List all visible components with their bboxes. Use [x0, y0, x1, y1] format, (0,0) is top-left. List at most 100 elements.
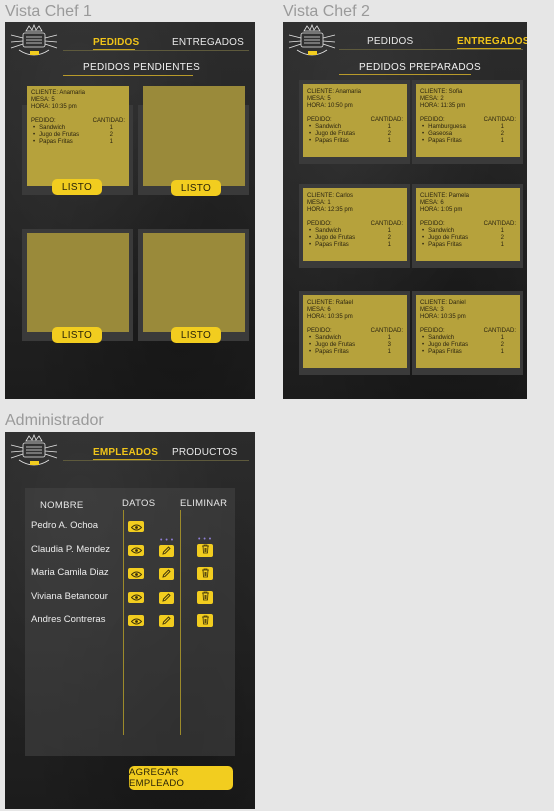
order-time: HORA: 10:50 pm — [307, 103, 353, 110]
list-item: Sandwich1 — [307, 335, 403, 342]
order-time: HORA: 11:35 pm — [420, 103, 466, 110]
list-item: Papas Fritas1 — [307, 242, 403, 249]
order-details: CLIENTE: Rafael MESA: 6 HORA: 10:35 pm P… — [307, 300, 403, 356]
list-item: Sandwich1 — [420, 228, 516, 235]
view-button[interactable] — [128, 615, 144, 626]
delete-button[interactable] — [197, 588, 213, 606]
list-item: Papas Fritas1 — [307, 138, 403, 145]
order-client: CLIENTE: Anamaria — [31, 90, 86, 96]
edit-button[interactable] — [159, 542, 174, 560]
order-time: HORA: 10:35 pm — [307, 314, 353, 321]
quantity-label: CANTIDAD: — [483, 220, 516, 227]
order-label: PEDIDO: — [420, 327, 445, 334]
order-time: HORA: 10:35 pm — [31, 104, 77, 111]
tab-productos[interactable]: PRODUCTOS — [172, 447, 238, 458]
eye-icon — [130, 518, 142, 536]
list-item: Jugo de Frutas2 — [31, 132, 125, 139]
ready-button[interactable]: LISTO — [171, 327, 221, 343]
section-title: PEDIDOS PREPARADOS — [359, 62, 481, 73]
chef-logo-icon — [9, 433, 59, 476]
admin-screen: EMPLEADOS PRODUCTOS NOMBRE DATOS ELIMINA… — [5, 432, 255, 809]
order-card[interactable] — [143, 86, 245, 186]
list-item: Jugo de Frutas2 — [307, 131, 403, 138]
order-card[interactable] — [143, 233, 245, 332]
list-item: Jugo de Frutas2 — [420, 342, 516, 349]
trash-icon — [201, 541, 210, 559]
delete-button[interactable] — [197, 567, 213, 580]
chef1-screen: PEDIDOS ENTREGADOS PEDIDOS PENDIENTES CL… — [5, 22, 255, 399]
list-item: Jugo de Frutas2 — [307, 235, 403, 242]
order-label: PEDIDO: — [307, 116, 332, 123]
quantity-label: CANTIDAD: — [370, 116, 403, 123]
order-table: MESA: 5 — [31, 97, 55, 104]
ready-button[interactable]: LISTO — [52, 179, 102, 195]
eye-icon — [130, 612, 142, 630]
edit-button[interactable] — [159, 615, 174, 627]
order-client: CLIENTE: Daniel — [420, 300, 466, 306]
order-client: CLIENTE: Sofia — [420, 89, 463, 95]
list-item: Papas Fritas1 — [420, 349, 516, 356]
chef-logo-icon — [9, 23, 59, 66]
tab-pedidos[interactable]: PEDIDOS — [93, 37, 139, 48]
tab-empleados[interactable]: EMPLEADOS — [93, 447, 158, 458]
order-details: CLIENTE: Pamela MESA: 6 HORA: 1:05 pm PE… — [420, 193, 516, 249]
tab-entregados[interactable]: ENTREGADOS — [172, 37, 244, 48]
selection-handle-icon: • • • — [160, 537, 174, 544]
tab-entregados[interactable]: ENTREGADOS — [457, 36, 527, 47]
header-nombre: NOMBRE — [40, 500, 84, 511]
pencil-icon — [162, 589, 171, 607]
order-card[interactable] — [27, 233, 129, 332]
order-label: PEDIDO: — [420, 220, 445, 227]
eye-icon — [130, 588, 142, 606]
column-divider — [180, 510, 181, 735]
order-details: CLIENTE: Sofia MESA: 2 HORA: 11:35 pm PE… — [420, 89, 516, 145]
list-item: Papas Fritas1 — [420, 138, 516, 145]
order-table: MESA: 3 — [420, 307, 444, 314]
view-button[interactable] — [128, 591, 144, 603]
delete-button[interactable] — [197, 541, 213, 559]
eye-icon — [130, 565, 142, 583]
list-item: Sandwich1 — [31, 125, 125, 132]
view-button[interactable] — [128, 544, 144, 556]
list-item: Sandwich1 — [420, 335, 516, 342]
tab-pedidos[interactable]: PEDIDOS — [367, 36, 413, 47]
eye-icon — [130, 541, 142, 559]
edit-button[interactable] — [159, 568, 174, 580]
list-item: Papas Fritas1 — [420, 242, 516, 249]
header-datos: DATOS — [122, 498, 156, 509]
order-label: PEDIDO: — [307, 220, 332, 227]
order-table: MESA: 1 — [307, 200, 331, 207]
quantity-label: CANTIDAD: — [370, 220, 403, 227]
header-divider — [63, 460, 249, 461]
employee-name: Andres Contreras — [31, 614, 106, 625]
list-item: Sandwich1 — [307, 124, 403, 131]
add-employee-button[interactable]: AGREGAR EMPLEADO — [129, 766, 233, 790]
trash-icon — [201, 588, 210, 606]
edit-button[interactable] — [159, 589, 174, 607]
order-label: PEDIDO: — [420, 116, 445, 123]
trash-icon — [201, 612, 210, 630]
list-item: Gaseosa2 — [420, 131, 516, 138]
employee-name: Viviana Betancour — [31, 590, 108, 602]
ready-button[interactable]: LISTO — [171, 180, 221, 196]
order-table: MESA: 6 — [307, 307, 331, 314]
pencil-icon — [162, 612, 171, 630]
delete-button[interactable] — [197, 614, 213, 627]
order-time: HORA: 12:35 pm — [307, 207, 353, 214]
section-underline — [339, 74, 471, 75]
ready-button[interactable]: LISTO — [52, 327, 102, 343]
list-item: Hamburguesa1 — [420, 124, 516, 131]
quantity-label: CANTIDAD: — [483, 327, 516, 334]
order-details: CLIENTE: Anamaria MESA: 5 HORA: 10:35 pm… — [31, 90, 125, 146]
order-client: CLIENTE: Rafael — [307, 300, 354, 306]
list-item: Papas Fritas1 — [307, 349, 403, 356]
column-divider — [123, 510, 124, 735]
order-label: PEDIDO: — [307, 327, 332, 334]
pencil-icon — [162, 542, 171, 560]
header-eliminar: ELIMINAR — [180, 498, 228, 509]
header-divider — [339, 49, 523, 50]
view-button[interactable] — [128, 521, 144, 532]
view-button[interactable] — [128, 568, 144, 579]
chef-logo-icon — [287, 23, 337, 66]
order-client: CLIENTE: Anamaria — [307, 89, 362, 95]
